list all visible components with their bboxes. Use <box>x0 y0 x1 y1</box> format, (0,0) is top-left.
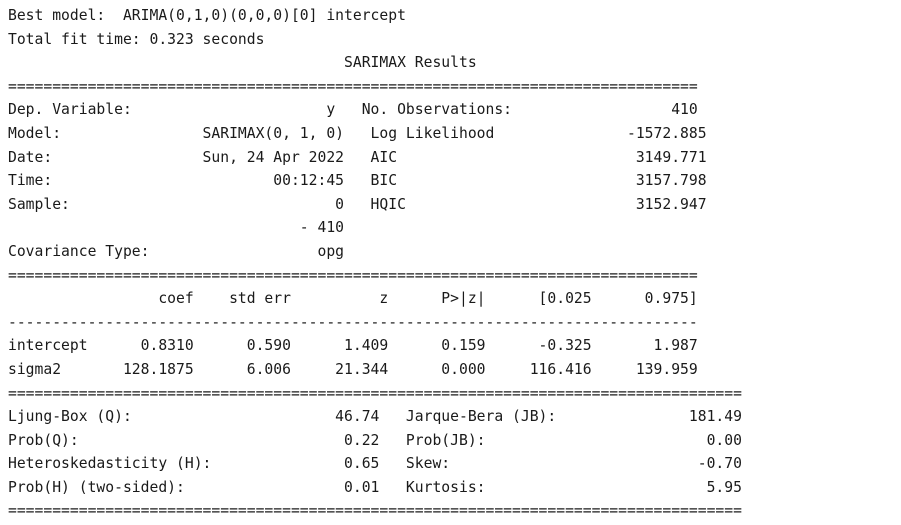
best-model-line: Best model: ARIMA(0,1,0)(0,0,0)[0] inter… <box>8 7 406 24</box>
summary-row-sample-end: - 410 <box>8 219 345 237</box>
summary-row-model: Model: SARIMAX(0, 1, 0) Log Likelihood -… <box>8 124 707 142</box>
separator-double-wide: ========================================… <box>8 384 742 402</box>
separator-double: ========================================… <box>8 77 698 95</box>
sarimax-output: Best model: ARIMA(0,1,0)(0,0,0)[0] inter… <box>0 0 901 523</box>
summary-row-covariance-type: Covariance Type: opg <box>8 242 345 260</box>
separator-single: ----------------------------------------… <box>8 313 698 331</box>
diag-row-prob-q: Prob(Q): 0.22 Prob(JB): 0.00 <box>8 431 742 449</box>
results-title: SARIMAX Results <box>8 54 477 72</box>
coef-row-sigma2: sigma2 128.1875 6.006 21.344 0.000 116.4… <box>8 360 698 378</box>
coef-row-intercept: intercept 0.8310 0.590 1.409 0.159 -0.32… <box>8 337 698 355</box>
fit-time-line: Total fit time: 0.323 seconds <box>8 30 265 48</box>
separator-double: ========================================… <box>8 266 698 284</box>
diag-row-ljung-box: Ljung-Box (Q): 46.74 Jarque-Bera (JB): 1… <box>8 408 742 426</box>
diag-row-heteroskedasticity: Heteroskedasticity (H): 0.65 Skew: -0.70 <box>8 455 742 473</box>
summary-row-dep-variable: Dep. Variable: y No. Observations: 410 <box>8 101 698 119</box>
diag-row-prob-h: Prob(H) (two-sided): 0.01 Kurtosis: 5.95 <box>8 478 742 496</box>
coef-table-header: coef std err z P>|z| [0.025 0.975] <box>8 290 698 308</box>
summary-row-sample: Sample: 0 HQIC 3152.947 <box>8 195 707 213</box>
summary-row-time: Time: 00:12:45 BIC 3157.798 <box>8 172 707 190</box>
separator-double-wide: ========================================… <box>8 502 742 520</box>
summary-row-date: Date: Sun, 24 Apr 2022 AIC 3149.771 <box>8 148 707 166</box>
